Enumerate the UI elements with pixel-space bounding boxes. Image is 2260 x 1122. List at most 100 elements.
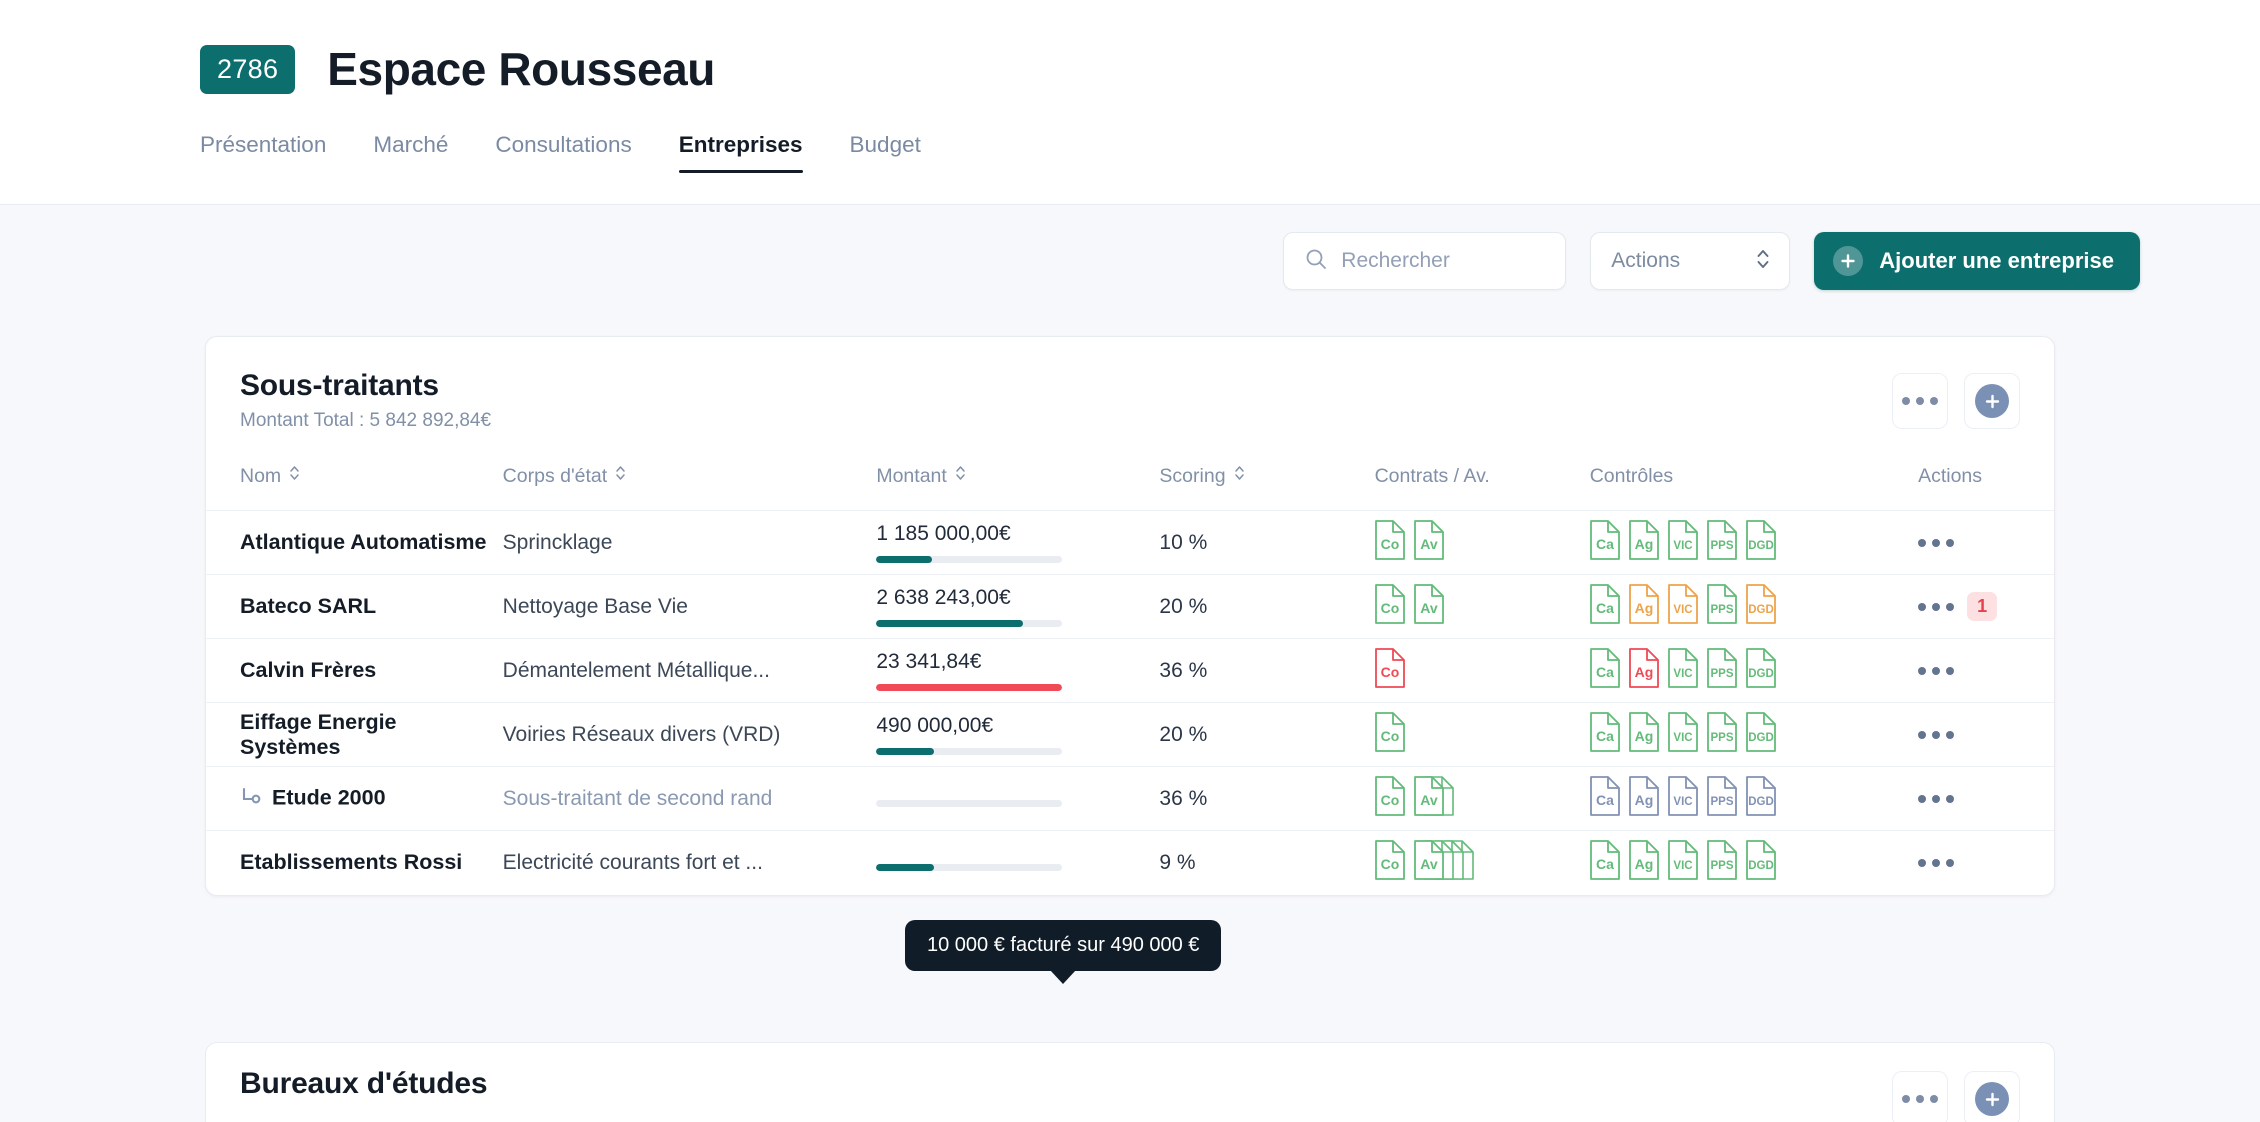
doc-icon-ca[interactable]: Ca xyxy=(1589,583,1620,630)
row-progress-bar xyxy=(876,684,1063,691)
add-company-button[interactable]: Ajouter une entreprise xyxy=(1814,232,2140,290)
row-contract-icons: Co Av xyxy=(1374,519,1590,566)
doc-icon-ca[interactable]: Ca xyxy=(1589,519,1620,566)
svg-text:PPS: PPS xyxy=(1710,604,1733,616)
sous-traitants-card: Sous-traitants Montant Total : 5 842 892… xyxy=(205,336,2055,896)
card-add-button[interactable] xyxy=(1964,373,2020,429)
row-more-button[interactable] xyxy=(1918,858,1955,867)
doc-icon-co[interactable]: Co xyxy=(1374,647,1405,694)
row-company-name: Etude 2000 xyxy=(272,785,386,810)
doc-icon-co[interactable]: Co xyxy=(1374,583,1405,630)
row-control-icons: Ca Ag VIC PPS DGD xyxy=(1589,839,1918,886)
svg-text:VIC: VIC xyxy=(1673,796,1692,808)
title-row: 2786 Espace Rousseau xyxy=(200,0,2260,96)
row-corps-detat: Voiries Réseaux divers (VRD) xyxy=(502,722,781,746)
row-actions xyxy=(1918,730,2020,739)
cell-scoring: 36 % xyxy=(1159,638,1375,703)
doc-icon-ca[interactable]: Ca xyxy=(1589,839,1620,886)
doc-icon-vic[interactable]: VIC xyxy=(1667,583,1698,630)
doc-icon-dgd[interactable]: DGD xyxy=(1745,711,1776,758)
svg-text:DGD: DGD xyxy=(1748,796,1774,808)
doc-icon-pps[interactable]: PPS xyxy=(1706,647,1737,694)
doc-icon-pps[interactable]: PPS xyxy=(1706,775,1737,822)
row-more-button[interactable] xyxy=(1918,602,1955,611)
row-progress-bar xyxy=(876,748,1063,755)
svg-text:DGD: DGD xyxy=(1748,540,1774,552)
doc-icon-av[interactable]: Av xyxy=(1413,775,1454,822)
row-more-button[interactable] xyxy=(1918,666,1955,675)
column-header-corps-detat[interactable]: Corps d'état xyxy=(502,454,877,511)
svg-text:Co: Co xyxy=(1380,664,1399,680)
column-label-montant: Montant xyxy=(876,464,947,487)
actions-select[interactable]: Actions xyxy=(1590,232,1791,290)
tab-presentation[interactable]: Présentation xyxy=(200,132,326,173)
table-head: Nom Corps d'état Montant Scoring Contrat… xyxy=(206,454,2054,511)
tab-marche[interactable]: Marché xyxy=(373,132,448,173)
doc-icon-co[interactable]: Co xyxy=(1374,711,1405,758)
doc-icon-vic[interactable]: VIC xyxy=(1667,711,1698,758)
svg-text:Av: Av xyxy=(1420,600,1438,616)
table-row[interactable]: Etablissements Rossi Electricité courant… xyxy=(206,831,2054,895)
column-header-controles: Contrôles xyxy=(1589,454,1919,511)
doc-icon-pps[interactable]: PPS xyxy=(1706,711,1737,758)
card2-more-button[interactable] xyxy=(1892,1071,1948,1122)
tab-entreprises[interactable]: Entreprises xyxy=(678,132,803,173)
table-row[interactable]: Eiffage Energie Systèmes Voiries Réseaux… xyxy=(206,702,2054,767)
cell-controles: Ca Ag VIC PPS DGD xyxy=(1589,702,1919,767)
doc-icon-co[interactable]: Co xyxy=(1374,839,1405,886)
doc-icon-co[interactable]: Co xyxy=(1374,519,1405,566)
doc-icon-dgd[interactable]: DGD xyxy=(1745,647,1776,694)
column-label-scoring: Scoring xyxy=(1159,464,1226,487)
row-scoring: 9 % xyxy=(1159,850,1196,874)
doc-icon-pps[interactable]: PPS xyxy=(1706,839,1737,886)
doc-icon-dgd[interactable]: DGD xyxy=(1745,839,1776,886)
doc-icon-dgd[interactable]: DGD xyxy=(1745,583,1776,630)
doc-icon-vic[interactable]: VIC xyxy=(1667,519,1698,566)
tab-consultations[interactable]: Consultations xyxy=(495,132,631,173)
svg-text:Av: Av xyxy=(1420,856,1438,872)
page-title: Espace Rousseau xyxy=(327,43,716,95)
doc-icon-vic[interactable]: VIC xyxy=(1667,775,1698,822)
svg-text:Ag: Ag xyxy=(1634,664,1653,680)
doc-icon-ag[interactable]: Ag xyxy=(1628,775,1659,822)
doc-icon-av[interactable]: Av xyxy=(1413,583,1444,630)
table-row[interactable]: Etude 2000 Sous-traitant de second rand … xyxy=(206,766,2054,831)
column-header-montant[interactable]: Montant xyxy=(876,454,1160,511)
card-more-button[interactable] xyxy=(1892,373,1948,429)
doc-icon-ag[interactable]: Ag xyxy=(1628,583,1659,630)
doc-icon-ag[interactable]: Ag xyxy=(1628,711,1659,758)
doc-icon-av[interactable]: Av xyxy=(1413,839,1474,886)
main-tabs: Présentation Marché Consultations Entrep… xyxy=(200,132,2260,173)
doc-icon-ca[interactable]: Ca xyxy=(1589,711,1620,758)
row-company-name: Atlantique Automatisme xyxy=(240,530,487,554)
search-field[interactable]: Rechercher xyxy=(1283,232,1567,290)
doc-icon-ca[interactable]: Ca xyxy=(1589,775,1620,822)
doc-icon-vic[interactable]: VIC xyxy=(1667,839,1698,886)
svg-text:Ca: Ca xyxy=(1596,856,1614,872)
column-header-nom[interactable]: Nom xyxy=(206,454,503,511)
tab-budget[interactable]: Budget xyxy=(850,132,921,173)
doc-icon-pps[interactable]: PPS xyxy=(1706,583,1737,630)
doc-icon-dgd[interactable]: DGD xyxy=(1745,775,1776,822)
table-row[interactable]: Calvin Frères Démantelement Métallique..… xyxy=(206,638,2054,703)
search-icon xyxy=(1304,247,1328,276)
doc-icon-ag[interactable]: Ag xyxy=(1628,519,1659,566)
row-more-button[interactable] xyxy=(1918,794,1955,803)
column-header-scoring[interactable]: Scoring xyxy=(1159,454,1375,511)
card2-add-button[interactable] xyxy=(1964,1071,2020,1122)
svg-text:Co: Co xyxy=(1380,728,1399,744)
row-more-button[interactable] xyxy=(1918,730,1955,739)
row-more-button[interactable] xyxy=(1918,538,1955,547)
table-row[interactable]: Atlantique Automatisme Sprincklage 1 185… xyxy=(206,510,2054,575)
doc-icon-ca[interactable]: Ca xyxy=(1589,647,1620,694)
doc-icon-av[interactable]: Av xyxy=(1413,519,1444,566)
doc-icon-dgd[interactable]: DGD xyxy=(1745,519,1776,566)
doc-icon-ag[interactable]: Ag xyxy=(1628,647,1659,694)
doc-icon-pps[interactable]: PPS xyxy=(1706,519,1737,566)
row-progress-fill xyxy=(876,556,933,563)
svg-text:DGD: DGD xyxy=(1748,860,1774,872)
doc-icon-vic[interactable]: VIC xyxy=(1667,647,1698,694)
doc-icon-co[interactable]: Co xyxy=(1374,775,1405,822)
table-row[interactable]: Bateco SARL Nettoyage Base Vie 2 638 243… xyxy=(206,574,2054,639)
doc-icon-ag[interactable]: Ag xyxy=(1628,839,1659,886)
